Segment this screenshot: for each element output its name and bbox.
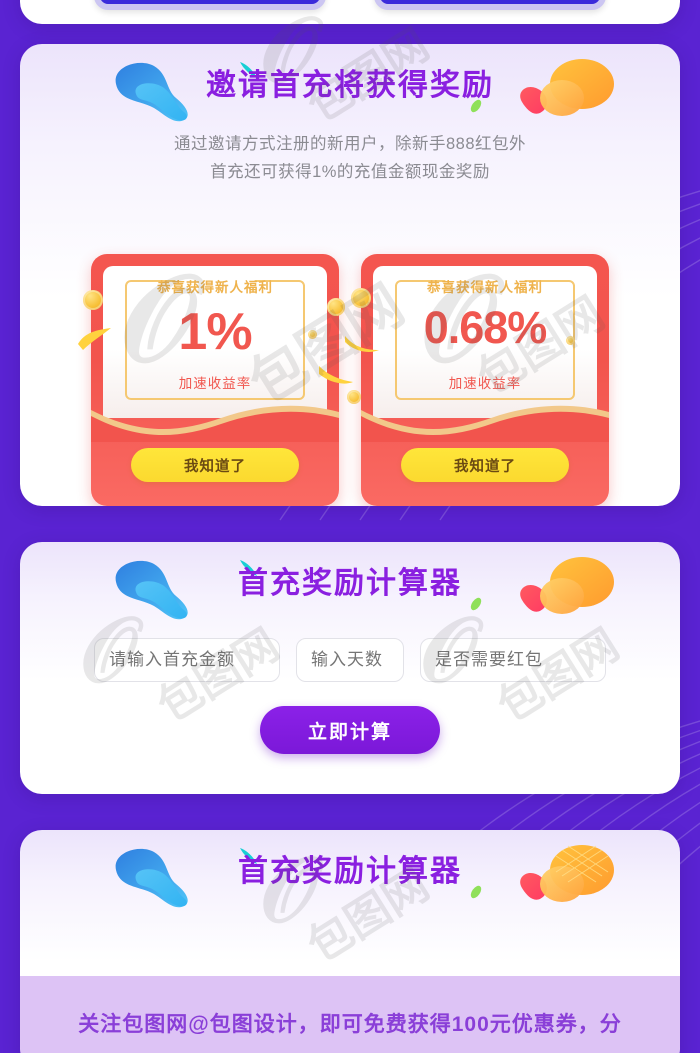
reward-popup-2-value: 0.68% — [423, 302, 548, 353]
page-root: 邀请首充将获得奖励 通过邀请方式注册的新用户，除新手888红包外 首充还可获得1… — [0, 0, 700, 1053]
invite-section-title: 邀请首充将获得奖励 — [206, 69, 494, 102]
share-promo-banner: 关注包图网@包图设计，即可免费获得100元优惠券，分 — [20, 976, 680, 1053]
share-promo-text: 关注包图网@包图设计，即可免费获得100元优惠券，分 — [78, 1013, 622, 1036]
reward-popup-1-wave-divider — [91, 405, 339, 442]
reward-popup-1-subtitle: 恭喜获得新人福利 — [157, 280, 273, 295]
calculator-section-header: 首充奖励计算器 — [20, 542, 680, 628]
reward-popup-1-rate-label: 加速收益率 — [178, 376, 252, 391]
invite-desc-line-2: 首充还可获得1%的充值金额现金奖励 — [210, 163, 490, 181]
days-input[interactable] — [296, 638, 404, 682]
invite-section-header: 邀请首充将获得奖励 — [20, 44, 680, 130]
reward-popup-row: 恭喜获得新人福利 1% 加速收益率 我知道了 恭喜获得新人福利 0.68% 加速… — [20, 254, 680, 506]
reward-popup-1-confirm-button[interactable]: 我知道了 — [131, 448, 299, 482]
invite-reward-card: 邀请首充将获得奖励 通过邀请方式注册的新用户，除新手888红包外 首充还可获得1… — [20, 44, 680, 506]
share-card: 首充奖励计算器 关注包图网@包图设计，即可免费获得100元优惠券，分 — [20, 830, 680, 1053]
top-button-row — [0, 0, 700, 14]
invite-desc-line-1: 通过邀请方式注册的新用户，除新手888红包外 — [173, 135, 527, 153]
gold-coin-decoration — [566, 336, 575, 345]
reward-popup-1: 恭喜获得新人福利 1% 加速收益率 我知道了 — [78, 254, 353, 506]
calculator-field-row — [20, 638, 680, 682]
gold-coin-decoration — [327, 298, 345, 316]
share-section-title: 首充奖励计算器 — [238, 855, 462, 888]
top-button-right[interactable] — [374, 0, 606, 10]
reward-popup-2: 恭喜获得新人福利 0.68% 加速收益率 我知道了 — [345, 254, 609, 506]
gold-ribbon-decoration — [319, 366, 353, 384]
reward-popup-1-value: 1% — [178, 303, 252, 361]
calculator-section-title: 首充奖励计算器 — [238, 567, 462, 600]
first-charge-amount-input[interactable] — [94, 638, 280, 682]
gold-coin-decoration — [83, 290, 103, 310]
gold-coin-decoration — [351, 288, 371, 308]
invite-section-description: 通过邀请方式注册的新用户，除新手888红包外 首充还可获得1%的充值金额现金奖励 — [20, 130, 680, 186]
share-section-header: 首充奖励计算器 — [20, 830, 680, 916]
gold-ribbon-decoration — [78, 328, 111, 350]
gold-ribbon-decoration — [345, 336, 379, 353]
gold-coin-decoration — [347, 390, 361, 404]
reward-popup-2-wave-divider — [361, 405, 609, 442]
calculator-card: 首充奖励计算器 立即计算 — [20, 542, 680, 794]
reward-popup-2-confirm-button[interactable]: 我知道了 — [401, 448, 569, 482]
gold-coin-decoration — [308, 330, 317, 339]
reward-popup-2-subtitle: 恭喜获得新人福利 — [427, 280, 543, 295]
calculate-now-button[interactable]: 立即计算 — [260, 706, 440, 754]
red-packet-select[interactable] — [420, 638, 606, 682]
top-button-left[interactable] — [94, 0, 326, 10]
reward-popup-2-rate-label: 加速收益率 — [448, 376, 522, 391]
